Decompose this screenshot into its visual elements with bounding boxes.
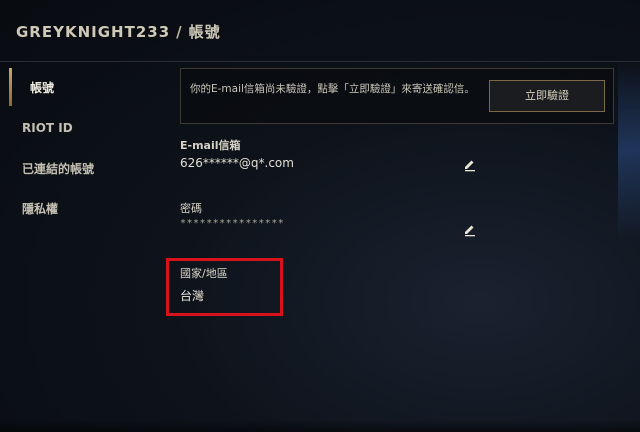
pencil-icon[interactable] [463, 157, 477, 172]
email-verification-notice: 你的E-mail信箱尚未驗證，點擊「立即驗證」來寄送確認信。 立即驗證 [180, 68, 614, 124]
header: GREYKNIGHT233 / 帳號 [0, 0, 640, 62]
verify-now-button[interactable]: 立即驗證 [489, 80, 605, 112]
password-label: 密碼 [180, 202, 202, 215]
edit-email-icon [465, 160, 475, 172]
edit-password-icon [465, 225, 475, 237]
region-value: 台灣 [180, 289, 205, 303]
sidebar-item-riot-id[interactable]: RIOT ID [22, 121, 73, 135]
email-value: 626******@q*.com [180, 156, 294, 170]
email-label: E-mail信箱 [180, 139, 241, 152]
breadcrumb-separator: / [176, 23, 183, 41]
active-indicator [9, 68, 12, 106]
pencil-icon[interactable] [463, 222, 477, 237]
notice-message: 你的E-mail信箱尚未驗證，點擊「立即驗證」來寄送確認信。 [190, 83, 475, 95]
breadcrumb-username: GREYKNIGHT233 [16, 23, 171, 41]
password-value: **************** [180, 218, 285, 229]
region-label: 國家/地區 [180, 267, 228, 280]
breadcrumb: GREYKNIGHT233 / 帳號 [16, 21, 221, 42]
bottom-shade [0, 420, 640, 432]
sidebar-item-linked-accounts[interactable]: 已連結的帳號 [22, 160, 94, 177]
account-settings-window: GREYKNIGHT233 / 帳號 帳號 RIOT ID 已連結的帳號 隱私權 你… [0, 0, 640, 432]
breadcrumb-page: 帳號 [188, 23, 221, 41]
background-glow [618, 60, 640, 240]
sidebar-item-privacy[interactable]: 隱私權 [22, 200, 58, 217]
sidebar-item-account[interactable]: 帳號 [30, 79, 54, 96]
